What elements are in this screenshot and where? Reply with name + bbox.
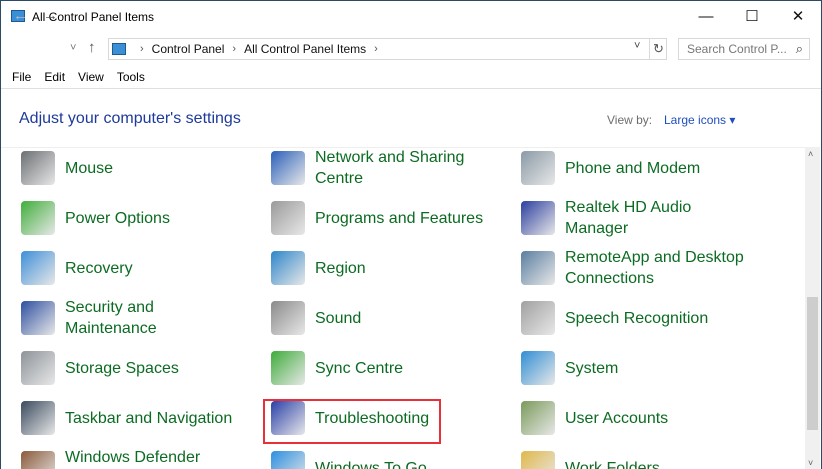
- phone-and-modem-icon: [521, 151, 555, 185]
- scroll-up-icon[interactable]: ˄: [808, 149, 813, 159]
- speech-recognition-icon: [521, 301, 555, 335]
- vertical-scrollbar[interactable]: ˄ ˅: [805, 147, 820, 469]
- item-label: System: [565, 359, 619, 377]
- item-security-and-maintenance[interactable]: Security and Maintenance: [21, 296, 225, 340]
- control-panel-window: All Control Panel Items — ☐ ✕ ← → ˅ ↑ › …: [0, 0, 822, 469]
- item-sync-centre[interactable]: Sync Centre: [271, 346, 403, 390]
- item-label: Speech Recognition: [565, 309, 709, 327]
- item-remoteapp-and-desktop-connections[interactable]: RemoteApp and Desktop Connections: [521, 246, 755, 290]
- item-recovery[interactable]: Recovery: [21, 246, 133, 290]
- item-label: Recovery: [65, 259, 133, 277]
- item-label: Security and Maintenance: [65, 299, 157, 337]
- item-label: Power Options: [65, 209, 170, 227]
- region-icon: [271, 251, 305, 285]
- programs-and-features-icon: [271, 201, 305, 235]
- system-icon: [521, 351, 555, 385]
- page-title: Adjust your computer's settings: [19, 110, 241, 127]
- taskbar-and-navigation-icon: [21, 401, 55, 435]
- item-label: Mouse: [65, 159, 114, 177]
- scroll-down-icon[interactable]: ˅: [808, 458, 813, 468]
- item-network-and-sharing-centre[interactable]: Network and Sharing Centre: [271, 146, 475, 190]
- scrollbar-thumb[interactable]: [807, 297, 818, 430]
- item-label: Taskbar and Navigation: [65, 409, 233, 427]
- item-realtek-hd-audio-manager[interactable]: Realtek HD Audio Manager: [521, 196, 755, 240]
- search-icon[interactable]: ⌕: [796, 41, 803, 57]
- close-button[interactable]: ✕: [775, 1, 821, 31]
- breadcrumb-control-panel[interactable]: Control Panel: [152, 42, 225, 56]
- recent-locations-button[interactable]: ˅: [70, 42, 76, 54]
- item-label: User Accounts: [565, 409, 669, 427]
- item-storage-spaces[interactable]: Storage Spaces: [21, 346, 179, 390]
- storage-spaces-icon: [21, 351, 55, 385]
- item-work-folders[interactable]: Work Folders: [521, 446, 660, 469]
- work-folders-icon: [521, 451, 555, 469]
- menu-edit[interactable]: Edit: [44, 70, 65, 84]
- menu-view[interactable]: View: [78, 70, 104, 84]
- item-label: Network and Sharing Centre: [315, 149, 465, 187]
- item-system[interactable]: System: [521, 346, 618, 390]
- chevron-right-icon: ›: [232, 43, 237, 55]
- refresh-button[interactable]: ↻: [649, 38, 667, 60]
- item-label: Programs and Features: [315, 209, 484, 227]
- power-options-icon: [21, 201, 55, 235]
- item-label: Sound: [315, 309, 362, 327]
- chevron-right-icon: ›: [140, 43, 144, 55]
- back-button[interactable]: ←: [13, 7, 28, 24]
- item-speech-recognition[interactable]: Speech Recognition: [521, 296, 708, 340]
- item-label: Sync Centre: [315, 359, 404, 377]
- item-power-options[interactable]: Power Options: [21, 196, 170, 240]
- item-user-accounts[interactable]: User Accounts: [521, 396, 668, 440]
- network-and-sharing-centre-icon: [271, 151, 305, 185]
- chevron-right-icon: ›: [374, 43, 378, 55]
- maximize-button[interactable]: ☐: [729, 1, 775, 31]
- address-dropdown-button[interactable]: ˅: [634, 40, 640, 52]
- divider: [1, 88, 821, 89]
- forward-button[interactable]: →: [43, 7, 58, 24]
- control-panel-icon: [112, 43, 126, 55]
- item-label: Windows Defender Firewall: [65, 449, 201, 466]
- remoteapp-and-desktop-connections-icon: [521, 251, 555, 285]
- item-taskbar-and-navigation[interactable]: Taskbar and Navigation: [21, 396, 232, 440]
- item-programs-and-features[interactable]: Programs and Features: [271, 196, 483, 240]
- item-sound[interactable]: Sound: [271, 296, 361, 340]
- user-accounts-icon: [521, 401, 555, 435]
- windows-defender-firewall-icon: [21, 451, 55, 469]
- item-label: Realtek HD Audio Manager: [565, 199, 692, 237]
- item-label: Region: [315, 259, 366, 277]
- item-windows-defender-firewall[interactable]: Windows Defender Firewall: [21, 446, 225, 469]
- item-label: Work Folders: [565, 459, 660, 469]
- sync-centre-icon: [271, 351, 305, 385]
- title-bar: All Control Panel Items — ☐ ✕: [1, 1, 821, 33]
- menu-file[interactable]: File: [12, 70, 31, 84]
- item-label: RemoteApp and Desktop Connections: [565, 249, 744, 287]
- recovery-icon: [21, 251, 55, 285]
- menu-tools[interactable]: Tools: [117, 70, 145, 84]
- security-and-maintenance-icon: [21, 301, 55, 335]
- highlight-box: [263, 399, 441, 444]
- item-label: Windows To Go: [315, 459, 427, 469]
- mouse-icon: [21, 151, 55, 185]
- sound-icon: [271, 301, 305, 335]
- up-button[interactable]: ↑: [88, 39, 96, 56]
- item-phone-and-modem[interactable]: Phone and Modem: [521, 146, 700, 190]
- search-input[interactable]: Search Control P... ⌕: [678, 38, 810, 60]
- search-placeholder: Search Control P...: [687, 42, 787, 56]
- item-label: Storage Spaces: [65, 359, 179, 377]
- item-region[interactable]: Region: [271, 246, 366, 290]
- minimize-button[interactable]: —: [683, 1, 729, 31]
- realtek-hd-audio-manager-icon: [521, 201, 555, 235]
- item-label: Phone and Modem: [565, 159, 701, 177]
- item-mouse[interactable]: Mouse: [21, 146, 113, 190]
- view-by-label: View by:: [607, 113, 653, 127]
- item-windows-to-go[interactable]: Windows To Go: [271, 446, 427, 469]
- address-bar[interactable]: › Control Panel › All Control Panel Item…: [108, 38, 667, 60]
- breadcrumb-all-items[interactable]: All Control Panel Items: [244, 42, 366, 56]
- menu-bar: File Edit View Tools: [1, 70, 147, 84]
- windows-to-go-icon: [271, 451, 305, 469]
- view-by-dropdown[interactable]: Large icons ▾: [664, 113, 735, 127]
